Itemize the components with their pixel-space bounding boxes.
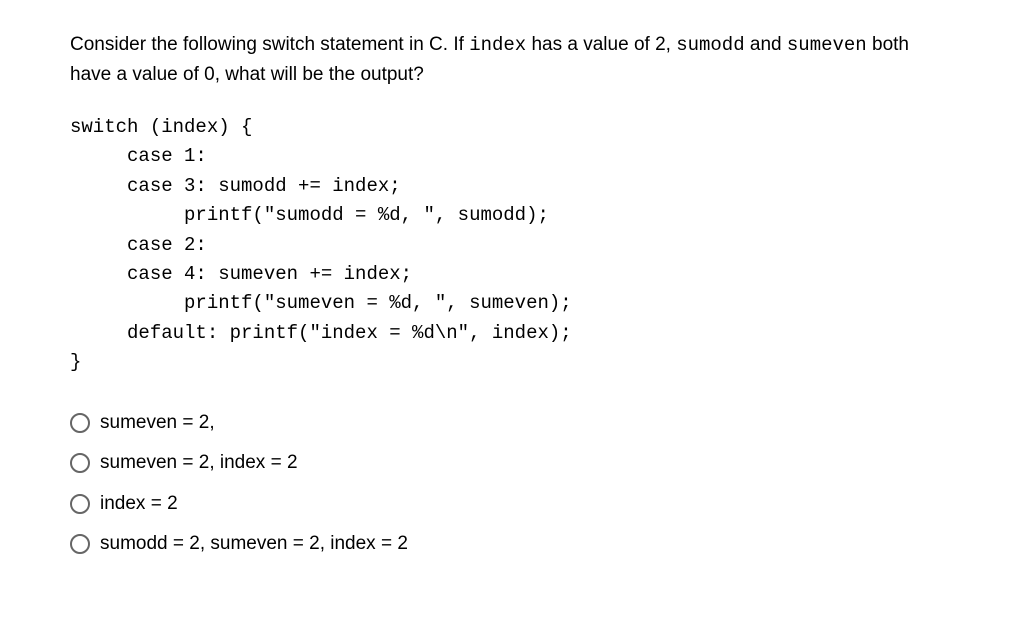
radio-icon: [70, 453, 90, 473]
option-label-1: sumeven = 2,: [100, 408, 215, 438]
question-code3: sumeven: [787, 34, 867, 56]
option-label-2: sumeven = 2, index = 2: [100, 448, 298, 478]
radio-icon: [70, 494, 90, 514]
option-2[interactable]: sumeven = 2, index = 2: [70, 448, 954, 478]
options-list: sumeven = 2, sumeven = 2, index = 2 inde…: [70, 408, 954, 560]
option-label-3: index = 2: [100, 489, 178, 519]
option-1[interactable]: sumeven = 2,: [70, 408, 954, 438]
option-3[interactable]: index = 2: [70, 489, 954, 519]
question-code1: index: [469, 34, 526, 56]
option-4[interactable]: sumodd = 2, sumeven = 2, index = 2: [70, 529, 954, 559]
question-part3: and: [745, 34, 787, 55]
question-text: Consider the following switch statement …: [70, 30, 954, 91]
question-part2: has a value of 2,: [526, 34, 676, 55]
radio-icon: [70, 413, 90, 433]
option-label-4: sumodd = 2, sumeven = 2, index = 2: [100, 529, 408, 559]
question-part1: Consider the following switch statement …: [70, 34, 469, 55]
radio-icon: [70, 534, 90, 554]
code-block: switch (index) { case 1: case 3: sumodd …: [70, 113, 954, 378]
question-code2: sumodd: [676, 34, 744, 56]
